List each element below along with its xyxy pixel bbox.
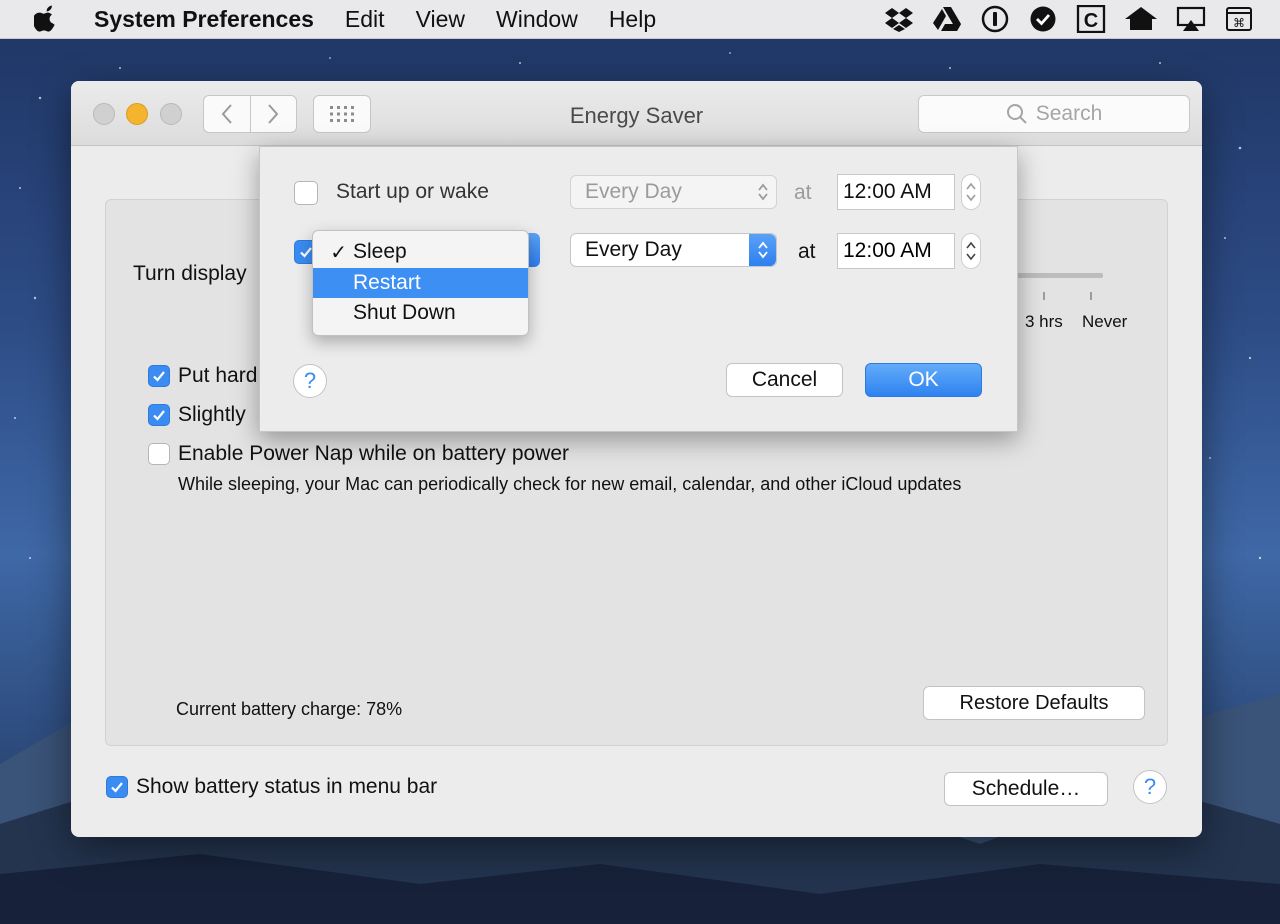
- menu-edit[interactable]: Edit: [345, 6, 385, 33]
- menu-item-label: Shut Down: [353, 301, 456, 324]
- stepper-arrows-icon: [966, 182, 976, 202]
- dropbox-icon[interactable]: [884, 5, 914, 33]
- slider-tick: [1043, 292, 1045, 300]
- svg-text:C: C: [1084, 10, 1098, 32]
- startup-at-label: at: [794, 181, 812, 204]
- tick-label-never: Never: [1082, 312, 1128, 331]
- checkmark-icon: ✓: [330, 241, 347, 264]
- schedule-sheet: Start up or wake Every Day at 12:00 AM E…: [259, 146, 1018, 432]
- menu-window[interactable]: Window: [496, 6, 578, 33]
- power-nap-checkbox[interactable]: [148, 443, 170, 465]
- sheet-help-button[interactable]: ?: [293, 364, 327, 398]
- menu-bar-status-icons: C ⌘: [884, 5, 1254, 33]
- search-icon: [1006, 104, 1027, 124]
- help-button[interactable]: ?: [1133, 770, 1167, 804]
- updown-arrows-icon: [749, 234, 776, 266]
- put-hard-disks-label: Put hard: [178, 364, 258, 387]
- startup-time-field[interactable]: 12:00 AM: [837, 174, 955, 210]
- startup-wake-checkbox[interactable]: [294, 181, 318, 205]
- menu-view[interactable]: View: [416, 6, 465, 33]
- slightly-dim-label: Slightly: [178, 403, 246, 426]
- ok-button[interactable]: OK: [865, 363, 982, 397]
- svg-text:⌘: ⌘: [1233, 16, 1245, 30]
- repeat-time-stepper[interactable]: [961, 233, 981, 269]
- menu-item-label: Sleep: [353, 240, 407, 263]
- show-battery-status-label: Show battery status in menu bar: [136, 775, 438, 798]
- turn-display-label: Turn display: [133, 262, 247, 285]
- menu-item-shut-down[interactable]: Shut Down: [313, 298, 528, 328]
- menu-bar: System Preferences Edit View Window Help…: [0, 0, 1280, 39]
- stepper-arrows-icon: [966, 241, 976, 261]
- startup-wake-label: Start up or wake: [336, 180, 489, 203]
- schedule-button[interactable]: Schedule…: [944, 772, 1108, 806]
- power-nap-label: Enable Power Nap while on battery power: [178, 442, 570, 465]
- display-sleep-slider[interactable]: [1013, 273, 1103, 278]
- menu-item-label: Restart: [353, 271, 421, 294]
- repeat-frequency-value: Every Day: [585, 238, 682, 261]
- startup-frequency-popup[interactable]: Every Day: [570, 175, 777, 209]
- 1password-icon[interactable]: [980, 5, 1010, 33]
- menu-item-restart[interactable]: Restart: [313, 268, 528, 298]
- battery-charge-label: Current battery charge: 78%: [176, 699, 403, 719]
- show-battery-status-checkbox[interactable]: [106, 776, 128, 798]
- home-icon[interactable]: [1124, 5, 1158, 33]
- checkmark-circle-icon[interactable]: [1028, 5, 1058, 33]
- updown-arrows-icon: [749, 176, 776, 208]
- startup-time-stepper[interactable]: [961, 174, 981, 210]
- repeat-at-label: at: [798, 240, 816, 263]
- repeat-frequency-popup[interactable]: Every Day: [570, 233, 777, 267]
- cancel-button[interactable]: Cancel: [726, 363, 843, 397]
- menu-help[interactable]: Help: [609, 6, 656, 33]
- startup-frequency-value: Every Day: [585, 180, 682, 203]
- repeat-time-field[interactable]: 12:00 AM: [837, 233, 955, 269]
- slider-tick: [1090, 292, 1092, 300]
- menu-item-sleep[interactable]: ✓ Sleep: [313, 237, 528, 267]
- menu-app-name[interactable]: System Preferences: [94, 6, 314, 33]
- search-placeholder: Search: [1035, 102, 1103, 125]
- airplay-icon[interactable]: [1176, 5, 1206, 33]
- c-box-icon[interactable]: C: [1076, 5, 1106, 33]
- checkmark-icon: [153, 371, 165, 382]
- power-nap-description: While sleeping, your Mac can periodicall…: [178, 474, 962, 494]
- tick-label-3hrs: 3 hrs: [1025, 312, 1063, 331]
- slightly-dim-checkbox[interactable]: [148, 404, 170, 426]
- google-drive-icon[interactable]: [932, 5, 962, 33]
- checkmark-icon: [111, 782, 123, 793]
- search-field[interactable]: Search: [918, 95, 1190, 133]
- checkmark-icon: [153, 410, 165, 421]
- put-hard-disks-checkbox[interactable]: [148, 365, 170, 387]
- keyboard-shortcut-icon[interactable]: ⌘: [1224, 5, 1254, 33]
- window-titlebar: Energy Saver Search: [71, 81, 1202, 146]
- action-dropdown-menu: ✓ Sleep Restart Shut Down: [312, 230, 529, 336]
- apple-logo-icon[interactable]: [34, 5, 58, 33]
- restore-defaults-button[interactable]: Restore Defaults: [923, 686, 1145, 720]
